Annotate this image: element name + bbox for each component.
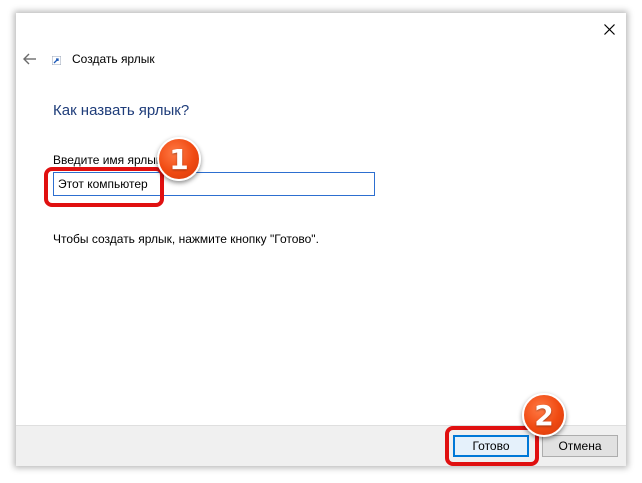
instruction-text: Чтобы создать ярлык, нажмите кнопку "Гот… [53, 232, 319, 246]
back-arrow-icon [23, 53, 36, 65]
close-button[interactable] [592, 13, 626, 45]
input-highlight [44, 167, 164, 207]
close-icon [603, 23, 615, 35]
page-heading: Как назвать ярлык? [53, 102, 190, 119]
step-badge-1: 1 [157, 137, 201, 181]
step-badge-2: 2 [522, 393, 566, 437]
name-field-label: Введите имя ярлыка: [53, 153, 172, 167]
shortcut-icon [52, 56, 61, 65]
window-title: Создать ярлык [72, 52, 155, 66]
cancel-button[interactable]: Отмена [542, 435, 618, 457]
back-button[interactable] [20, 49, 40, 69]
dialog-header: Создать ярлык [16, 47, 626, 71]
finish-button-highlight [445, 426, 539, 466]
